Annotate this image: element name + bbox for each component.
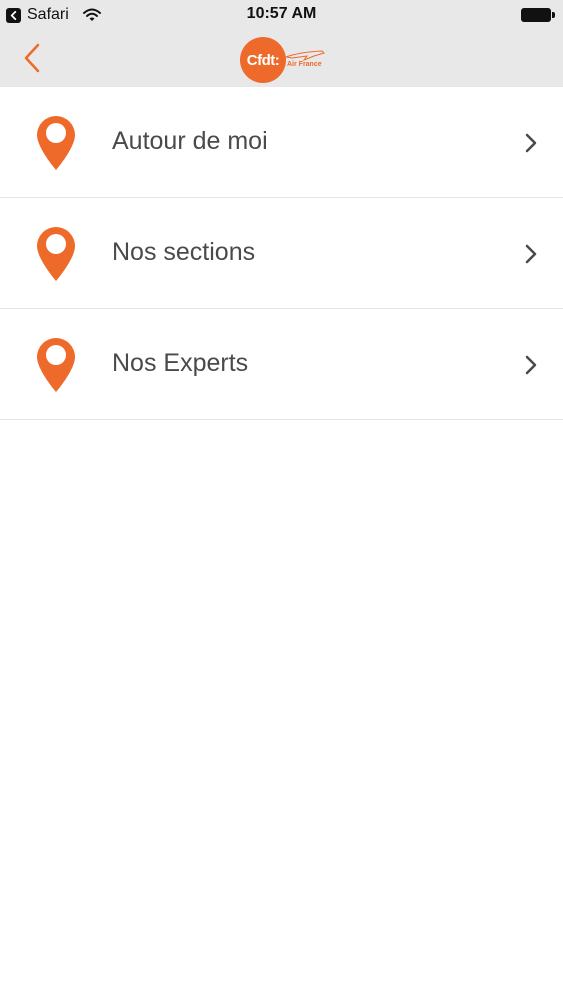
- status-time: 10:57 AM: [246, 5, 317, 22]
- chevron-right-icon: [525, 355, 537, 375]
- back-button[interactable]: [14, 40, 50, 76]
- chevron-left-icon: [24, 43, 40, 73]
- menu-list: Autour de moi Nos sections Nos Experts: [0, 87, 563, 420]
- map-pin-icon: [37, 227, 75, 281]
- menu-item-label: Nos sections: [112, 238, 256, 266]
- map-pin-icon: [37, 116, 75, 170]
- chevron-right-icon: [525, 244, 537, 264]
- menu-item-label: Autour de moi: [112, 127, 268, 155]
- navigation-bar: Cfdt: Air France: [0, 30, 563, 87]
- status-bar: Safari 10:57 AM: [0, 0, 563, 30]
- cfdt-logo: Cfdt: Air France: [240, 35, 330, 83]
- menu-item-label: Nos Experts: [112, 349, 249, 377]
- menu-item-nos-sections[interactable]: Nos sections: [0, 198, 563, 309]
- map-pin-icon: [37, 338, 75, 392]
- logo-text: Cfdt:: [246, 51, 280, 69]
- battery-icon: [521, 8, 555, 22]
- menu-item-autour-de-moi[interactable]: Autour de moi: [0, 87, 563, 198]
- chevron-right-icon: [525, 133, 537, 153]
- logo-circle: Cfdt:: [240, 37, 286, 83]
- airplane-icon: [284, 50, 325, 62]
- menu-item-nos-experts[interactable]: Nos Experts: [0, 309, 563, 420]
- logo-subtext: Air France: [287, 61, 322, 68]
